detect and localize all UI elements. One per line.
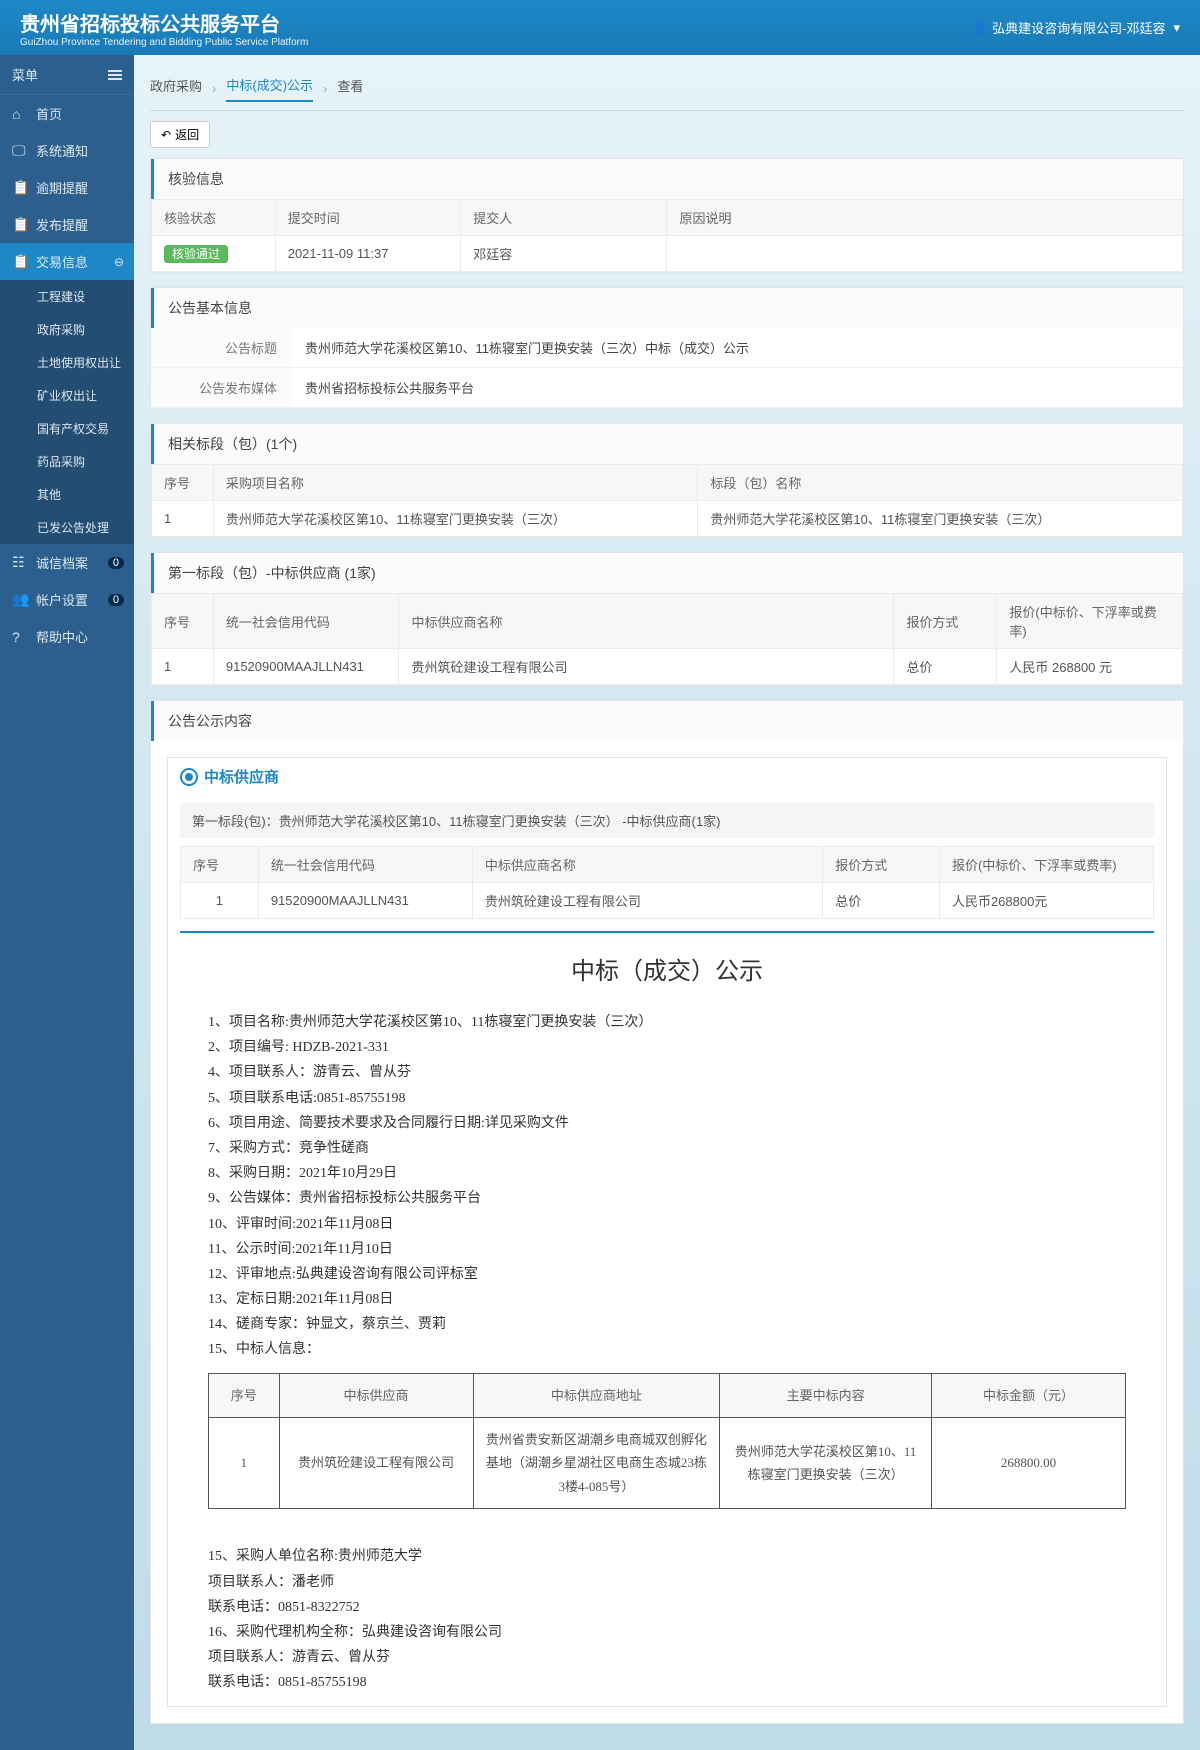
- winner-info-table: 序号 中标供应商 中标供应商地址 主要中标内容 中标金额（元） 1 贵州筑砼建设…: [208, 1373, 1126, 1510]
- panel-title: 公告公示内容: [151, 701, 1183, 741]
- divider: [180, 931, 1154, 933]
- menu-icon: ☷: [12, 554, 28, 571]
- table-row: 1 贵州筑砼建设工程有限公司 贵州省贵安新区湖潮乡电商城双创孵化基地（湖潮乡星湖…: [209, 1418, 1126, 1509]
- app-subtitle: GuiZhou Province Tendering and Bidding P…: [20, 37, 308, 48]
- content-line: 7、采购方式：竞争性磋商: [208, 1136, 1126, 1161]
- target-icon: [180, 768, 198, 786]
- content-line: 项目联系人：游青云、曾从芬: [208, 1645, 1126, 1670]
- sidebar-subitem[interactable]: 其他: [0, 478, 134, 511]
- content-panel: 公告公示内容 中标供应商 第一标段(包)：贵州师范大学花溪校区第10、11栋寝室…: [150, 700, 1184, 1724]
- menu-toggle-icon[interactable]: [108, 70, 122, 80]
- content-line: 15、中标人信息：: [208, 1337, 1126, 1362]
- menu-icon: 👥: [12, 591, 28, 608]
- sidebar-item[interactable]: ?帮助中心: [0, 618, 134, 655]
- chevron-right-icon: ›: [323, 81, 327, 96]
- content-line: 8、采购日期：2021年10月29日: [208, 1161, 1126, 1186]
- winner-panel: 第一标段（包）-中标供应商 (1家) 序号 统一社会信用代码 中标供应商名称 报…: [150, 552, 1184, 686]
- status-badge: 核验通过: [164, 245, 228, 263]
- content-line: 6、项目用途、简要技术要求及合同履行日期:详见采购文件: [208, 1111, 1126, 1136]
- sidebar: 菜单 ⌂首页🖵系统通知📋逾期提醒📋发布提醒📋交易信息 工程建设政府采购土地使用权…: [0, 55, 134, 1750]
- user-menu[interactable]: 弘典建设咨询有限公司-邓廷容: [971, 18, 1180, 37]
- content-line: 2、项目编号: HDZB-2021-331: [208, 1035, 1126, 1060]
- app-header: 贵州省招标投标公共服务平台 GuiZhou Province Tendering…: [0, 0, 1200, 55]
- back-button[interactable]: ↶ 返回: [150, 121, 210, 148]
- sidebar-item[interactable]: ⌂首页: [0, 95, 134, 132]
- breadcrumb: 政府采购 › 中标(成交)公示 › 查看: [150, 67, 1184, 111]
- panel-title: 第一标段（包）-中标供应商 (1家): [151, 553, 1183, 593]
- content-line: 10、评审时间:2021年11月08日: [208, 1212, 1126, 1237]
- content-line: 联系电话：0851-85755198: [208, 1670, 1126, 1695]
- content-line: 12、评审地点:弘典建设咨询有限公司评标室: [208, 1262, 1126, 1287]
- content-line: 14、磋商专家：钟显文，蔡京兰、贾莉: [208, 1312, 1126, 1337]
- main-content: 政府采购 › 中标(成交)公示 › 查看 ↶ 返回 核验信息 核验状态 提交时间…: [134, 55, 1200, 1750]
- kv-row: 公告发布媒体 贵州省招标投标公共服务平台: [151, 368, 1183, 408]
- breadcrumb-item[interactable]: 政府采购: [150, 76, 202, 101]
- table-row: 1 贵州师范大学花溪校区第10、11栋寝室门更换安装（三次） 贵州师范大学花溪校…: [152, 501, 1183, 537]
- content-line: 11、公示时间:2021年11月10日: [208, 1237, 1126, 1262]
- menu-icon: ⌂: [12, 106, 28, 122]
- sidebar-item[interactable]: 📋发布提醒: [0, 206, 134, 243]
- table-row: 核验通过 2021-11-09 11:37 邓廷容: [152, 236, 1183, 272]
- sidebar-item[interactable]: ☷诚信档案: [0, 544, 134, 581]
- content-line: 15、采购人单位名称:贵州师范大学: [208, 1544, 1126, 1569]
- table-row: 1 91520900MAAJLLN431 贵州筑砼建设工程有限公司 总价 人民币…: [181, 883, 1154, 919]
- content-line: 联系电话：0851-8322752: [208, 1595, 1126, 1620]
- content-line: 5、项目联系电话:0851-85755198: [208, 1086, 1126, 1111]
- menu-icon: 📋: [12, 216, 28, 233]
- winner-table: 序号 统一社会信用代码 中标供应商名称 报价方式 报价(中标价、下浮率或费率) …: [151, 593, 1183, 685]
- doc-title: 中标（成交）公示: [168, 937, 1166, 1000]
- chevron-right-icon: ›: [212, 81, 216, 96]
- kv-row: 公告标题 贵州师范大学花溪校区第10、11栋寝室门更换安装（三次）中标（成交）公…: [151, 328, 1183, 368]
- table-row: 1 91520900MAAJLLN431 贵州筑砼建设工程有限公司 总价 人民币…: [152, 649, 1183, 685]
- content-line: 9、公告媒体：贵州省招标投标公共服务平台: [208, 1186, 1126, 1211]
- sidebar-subitem[interactable]: 矿业权出让: [0, 379, 134, 412]
- sidebar-subitem[interactable]: 政府采购: [0, 313, 134, 346]
- content-line: 16、采购代理机构全称：弘典建设咨询有限公司: [208, 1620, 1126, 1645]
- sidebar-item[interactable]: 📋逾期提醒: [0, 169, 134, 206]
- panel-title: 公告基本信息: [151, 288, 1183, 328]
- nested-supplier-panel: 中标供应商 第一标段(包)：贵州师范大学花溪校区第10、11栋寝室门更换安装（三…: [167, 757, 1167, 1707]
- nested-sub-header: 第一标段(包)：贵州师范大学花溪校区第10、11栋寝室门更换安装（三次） -中标…: [180, 803, 1154, 838]
- menu-icon: 🖵: [12, 142, 28, 159]
- sidebar-item[interactable]: 📋交易信息: [0, 243, 134, 280]
- section-panel: 相关标段（包）(1个) 序号 采购项目名称 标段（包）名称 1 贵州师范大学花溪…: [150, 423, 1184, 538]
- menu-label: 菜单: [12, 65, 38, 84]
- content-line: 项目联系人：潘老师: [208, 1570, 1126, 1595]
- app-title: 贵州省招标投标公共服务平台: [20, 8, 308, 37]
- menu-header: 菜单: [0, 55, 134, 95]
- menu-icon: ?: [12, 629, 28, 645]
- menu-icon: 📋: [12, 253, 28, 270]
- nested-title: 中标供应商: [168, 758, 1166, 795]
- content-line: 4、项目联系人：游青云、曾从芬: [208, 1060, 1126, 1085]
- content-line: 1、项目名称:贵州师范大学花溪校区第10、11栋寝室门更换安装（三次）: [208, 1010, 1126, 1035]
- breadcrumb-item[interactable]: 中标(成交)公示: [226, 75, 313, 102]
- verify-table: 核验状态 提交时间 提交人 原因说明 核验通过 2021-11-09 11:37…: [151, 199, 1183, 272]
- section-table: 序号 采购项目名称 标段（包）名称 1 贵州师范大学花溪校区第10、11栋寝室门…: [151, 464, 1183, 537]
- nested-table: 序号 统一社会信用代码 中标供应商名称 报价方式 报价(中标价、下浮率或费率) …: [180, 846, 1154, 919]
- sidebar-item[interactable]: 👥帐户设置: [0, 581, 134, 618]
- content-line: 13、定标日期:2021年11月08日: [208, 1287, 1126, 1312]
- basic-info-panel: 公告基本信息 公告标题 贵州师范大学花溪校区第10、11栋寝室门更换安装（三次）…: [150, 287, 1184, 409]
- menu-icon: 📋: [12, 179, 28, 196]
- sidebar-subitem[interactable]: 药品采购: [0, 445, 134, 478]
- doc-body: 1、项目名称:贵州师范大学花溪校区第10、11栋寝室门更换安装（三次）2、项目编…: [168, 1000, 1166, 1706]
- panel-title: 核验信息: [151, 159, 1183, 199]
- sidebar-item[interactable]: 🖵系统通知: [0, 132, 134, 169]
- sidebar-subitem[interactable]: 工程建设: [0, 280, 134, 313]
- sidebar-subitem[interactable]: 已发公告处理: [0, 511, 134, 544]
- sidebar-subitem[interactable]: 土地使用权出让: [0, 346, 134, 379]
- panel-title: 相关标段（包）(1个): [151, 424, 1183, 464]
- verify-panel: 核验信息 核验状态 提交时间 提交人 原因说明 核验通过 2021-11-09 …: [150, 158, 1184, 273]
- breadcrumb-item[interactable]: 查看: [337, 76, 363, 101]
- sidebar-subitem[interactable]: 国有产权交易: [0, 412, 134, 445]
